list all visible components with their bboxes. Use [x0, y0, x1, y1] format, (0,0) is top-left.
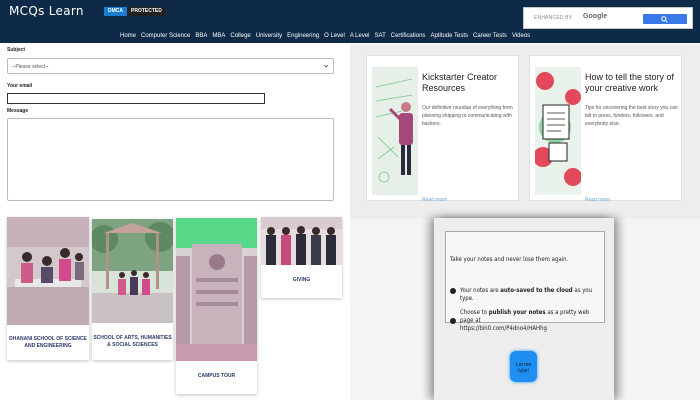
chevron-down-icon: [323, 64, 329, 68]
message-label: Message: [7, 108, 29, 114]
subject-select-value: --Please select--: [12, 64, 49, 70]
page: MCQs Learn DMCA PROTECTED ENHANCED BY Go…: [0, 0, 700, 400]
ad-card-story[interactable]: How to tell the story of your creative w…: [529, 55, 682, 203]
bullet-icon: [450, 288, 456, 294]
notes-bullet-autosave-pre: Your notes are: [460, 287, 501, 294]
ad-image-pages: [535, 67, 581, 195]
notes-url: https://bin0.com/P4dno4/HAHhg: [460, 325, 547, 332]
dmca-badge[interactable]: DMCA PROTECTED: [104, 7, 166, 16]
tile-caption: SCHOOL OF ARTS, HUMANITIES & SOCIAL SCIE…: [93, 335, 172, 348]
ad-read-more-link[interactable]: Read more: [422, 197, 447, 203]
tile-image-campus-building: [176, 218, 257, 361]
ad-image-whiteboard: [372, 67, 418, 195]
tile-caption: DHANANI SCHOOL OF SCIENCE AND ENGINEERIN…: [9, 336, 87, 349]
nav-item-career-tests[interactable]: Career Tests: [473, 33, 507, 39]
nav-item-videos[interactable]: Videos: [512, 33, 530, 39]
nav-item-engineering[interactable]: Engineering: [287, 33, 319, 39]
tile-image-campus-gazebo: [92, 219, 173, 323]
message-field[interactable]: [7, 118, 334, 201]
ad-card-kickstarter[interactable]: Kickstarter Creator Resources Our defini…: [366, 55, 519, 203]
search-button[interactable]: [643, 14, 687, 24]
notes-bullet-autosave: Your notes are auto-saved to the cloud a…: [460, 287, 600, 303]
search-placeholder: ENHANCED BY: [534, 15, 573, 21]
nav-item-mba[interactable]: MBA: [212, 33, 225, 39]
nav-item-computer-science[interactable]: Computer Science: [141, 33, 190, 39]
tile-image-students-lab: [7, 217, 89, 325]
notes-intro: Take your notes and never lose them agai…: [450, 256, 569, 263]
ad-description: Our definitive roundup of everything fro…: [422, 105, 513, 127]
ad-description: Tips for uncovering the best story you c…: [585, 105, 678, 127]
tile-school-science-engineering[interactable]: DHANANI SCHOOL OF SCIENCE AND ENGINEERIN…: [7, 217, 89, 360]
ad-read-more-link[interactable]: Read more: [585, 197, 610, 203]
main-nav: Home Computer Science BBA MBA College Un…: [120, 33, 535, 39]
protected-badge-label: PROTECTED: [127, 7, 166, 16]
subject-label: Subject: [7, 47, 26, 53]
nav-item-home[interactable]: Home: [120, 33, 136, 39]
tile-caption: GIVING: [292, 277, 311, 283]
email-field[interactable]: [7, 93, 265, 104]
nav-item-sat[interactable]: SAT: [375, 33, 386, 39]
email-label: Your email: [7, 83, 33, 89]
dmca-badge-label: DMCA: [104, 7, 127, 16]
subject-select[interactable]: --Please select--: [7, 58, 334, 74]
nav-item-a-level[interactable]: A Level: [350, 33, 370, 39]
notes-bullet-publish-pre: Choose to: [460, 309, 489, 316]
nav-item-aptitude-tests[interactable]: Aptitude Tests: [430, 33, 468, 39]
nav-item-o-level[interactable]: O Level: [324, 33, 345, 39]
site-header: MCQs Learn DMCA PROTECTED ENHANCED BY Go…: [0, 0, 700, 43]
notes-bullet-autosave-bold: auto-saved to the cloud: [500, 287, 573, 294]
google-brand: Google: [583, 13, 608, 20]
tile-school-arts-humanities[interactable]: SCHOOL OF ARTS, HUMANITIES & SOCIAL SCIE…: [92, 219, 173, 360]
site-logo[interactable]: MCQs Learn: [9, 4, 84, 18]
nav-item-bba[interactable]: BBA: [195, 33, 207, 39]
ad-title: How to tell the story of your creative w…: [585, 72, 675, 93]
notes-bullet-publish: Choose to publish your notes as a pretty…: [460, 309, 600, 325]
ad-title: Kickstarter Creator Resources: [422, 72, 498, 93]
search-icon: [661, 16, 668, 23]
ad-panel: Kickstarter Creator Resources Our defini…: [350, 44, 700, 219]
nav-item-university[interactable]: University: [256, 33, 282, 39]
tile-image-group-photo: [261, 217, 342, 265]
search-box[interactable]: ENHANCED BY Google: [523, 7, 693, 29]
lets-type-button[interactable]: Let me type!: [510, 351, 537, 382]
bullet-icon: [450, 318, 456, 324]
tile-giving[interactable]: GIVING: [261, 217, 342, 298]
nav-item-college[interactable]: College: [230, 33, 250, 39]
tile-campus-tour[interactable]: CAMPUS TOUR: [176, 218, 257, 394]
nav-item-certifications[interactable]: Certifications: [391, 33, 426, 39]
lets-type-button-label: Let me type!: [515, 362, 532, 374]
tile-caption: CAMPUS TOUR: [197, 373, 236, 379]
notes-bullet-publish-bold: publish your notes: [488, 309, 546, 316]
